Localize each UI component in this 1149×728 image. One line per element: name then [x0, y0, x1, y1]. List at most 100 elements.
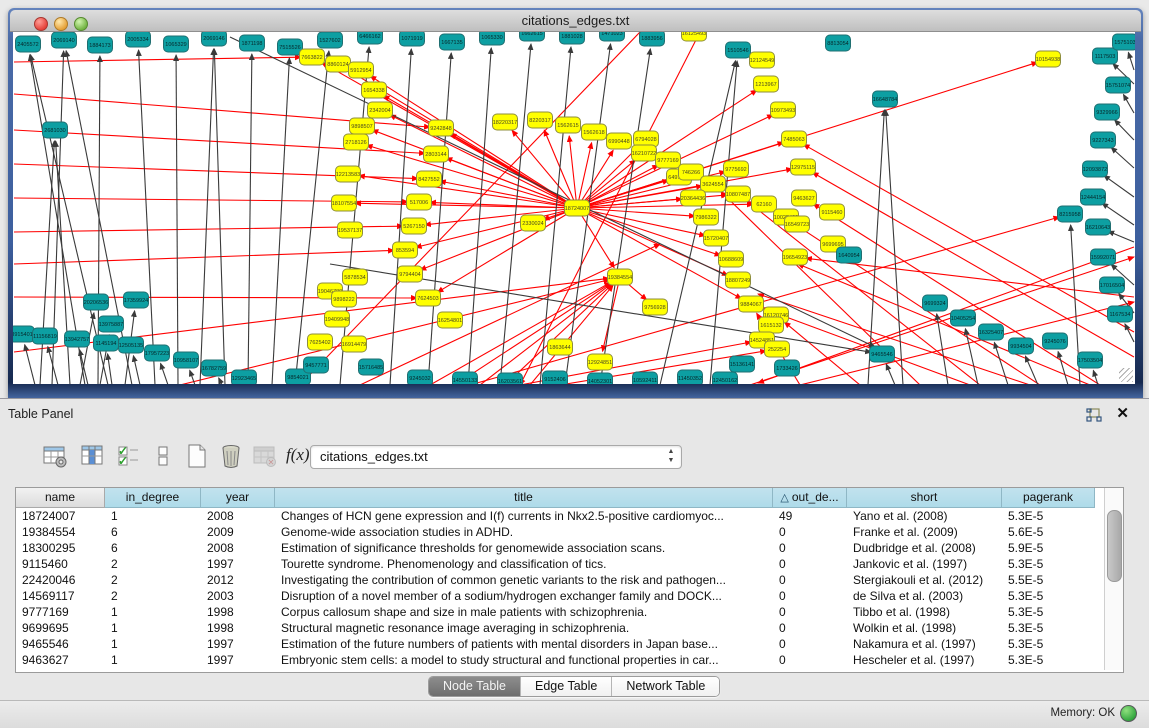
- table-row[interactable]: 1456911722003Disruption of a novel membe…: [16, 588, 1103, 604]
- graph-node[interactable]: 2803144: [424, 146, 449, 162]
- graph-node[interactable]: 9329966: [1095, 104, 1120, 120]
- graph-edge[interactable]: [108, 354, 112, 384]
- graph-edge[interactable]: [161, 363, 168, 384]
- table-cell[interactable]: 1997: [201, 652, 275, 668]
- graph-node[interactable]: 252254: [765, 341, 790, 357]
- graph-node[interactable]: 12505135: [119, 337, 144, 353]
- graph-node[interactable]: 15751074: [1106, 77, 1131, 93]
- close-panel-icon[interactable]: ✕: [1116, 406, 1129, 421]
- table-cell[interactable]: 0: [773, 572, 847, 588]
- table-cell[interactable]: 2008: [201, 508, 275, 524]
- select-columns-icon[interactable]: ✓✓: [116, 443, 142, 469]
- graph-edge[interactable]: [806, 258, 1134, 297]
- table-cell[interactable]: 5.3E-5: [1002, 604, 1095, 620]
- graph-node[interactable]: 16210643: [1086, 219, 1111, 235]
- graph-node[interactable]: 1213967: [754, 76, 779, 92]
- graph-node[interactable]: 7624503: [416, 290, 441, 306]
- graph-edge[interactable]: [468, 48, 491, 384]
- graph-node[interactable]: 16549723: [785, 216, 810, 232]
- graph-edge[interactable]: [886, 110, 903, 384]
- table-cell[interactable]: Structural magnetic resonance image aver…: [275, 620, 773, 636]
- table-cell[interactable]: 1: [105, 604, 201, 620]
- tab-node-table[interactable]: Node Table: [429, 677, 521, 696]
- graph-edge[interactable]: [886, 364, 895, 384]
- table-cell[interactable]: Jankovic et al. (1997): [847, 556, 1002, 572]
- graph-node[interactable]: 7625402: [308, 334, 333, 350]
- table-cell[interactable]: 14569117: [16, 588, 105, 604]
- table-cell[interactable]: 5.3E-5: [1002, 620, 1095, 636]
- table-cell[interactable]: Wolkin et al. (1998): [847, 620, 1002, 636]
- graph-node[interactable]: 20364436: [681, 190, 706, 206]
- graph-node[interactable]: 18107554: [332, 195, 357, 211]
- graph-edge[interactable]: [1123, 95, 1134, 113]
- column-header-short[interactable]: short: [847, 488, 1002, 508]
- graph-node[interactable]: 1510546: [726, 42, 751, 58]
- graph-node[interactable]: 1562615: [556, 117, 581, 133]
- graph-node[interactable]: 6466162: [358, 32, 383, 44]
- table-row[interactable]: 1872400712008Changes of HCN gene express…: [16, 508, 1103, 524]
- graph-node[interactable]: 11156819: [33, 328, 58, 344]
- graph-node[interactable]: 16254801: [438, 312, 463, 328]
- column-header-title[interactable]: title: [275, 488, 773, 508]
- graph-edge[interactable]: [367, 145, 577, 208]
- table-cell[interactable]: 5.3E-5: [1002, 588, 1095, 604]
- graph-node[interactable]: 1471023: [600, 32, 625, 41]
- table-cell[interactable]: 2003: [201, 588, 275, 604]
- table-cell[interactable]: 9463627: [16, 652, 105, 668]
- graph-node[interactable]: 10592411: [633, 372, 658, 384]
- graph-node[interactable]: 17503504: [1078, 352, 1103, 368]
- graph-node[interactable]: 9457771: [304, 357, 329, 373]
- graph-edge[interactable]: [390, 49, 411, 384]
- graph-node[interactable]: 9898507: [350, 118, 375, 134]
- table-cell[interactable]: 5.3E-5: [1002, 556, 1095, 572]
- table-cell[interactable]: 1997: [201, 636, 275, 652]
- graph-node[interactable]: 19409948: [325, 311, 350, 327]
- table-cell[interactable]: 5.3E-5: [1002, 652, 1095, 668]
- table-cell[interactable]: Dudbridge et al. (2008): [847, 540, 1002, 556]
- table-cell[interactable]: 18300295: [16, 540, 105, 556]
- table-cell[interactable]: 19384554: [16, 524, 105, 540]
- column-chooser-icon[interactable]: [80, 443, 106, 469]
- graph-node[interactable]: 3915401: [13, 326, 35, 342]
- table-cell[interactable]: 1: [105, 652, 201, 668]
- table-cell[interactable]: Tourette syndrome. Phenomenology and cla…: [275, 556, 773, 572]
- table-cell[interactable]: Corpus callosum shape and size in male p…: [275, 604, 773, 620]
- table-cell[interactable]: 9699695: [16, 620, 105, 636]
- graph-node[interactable]: 16125493: [682, 32, 707, 41]
- graph-node[interactable]: 12093872: [1083, 161, 1108, 177]
- table-cell[interactable]: 1998: [201, 620, 275, 636]
- tab-edge-table[interactable]: Edge Table: [521, 677, 612, 696]
- row-options-icon[interactable]: [150, 443, 176, 469]
- graph-edge[interactable]: [272, 58, 289, 384]
- graph-node[interactable]: 19384554: [608, 269, 633, 285]
- table-cell[interactable]: 2008: [201, 540, 275, 556]
- table-cell[interactable]: 0: [773, 556, 847, 572]
- graph-node[interactable]: 1065329: [164, 36, 189, 52]
- table-cell[interactable]: Changes of HCN gene expression and I(f) …: [275, 508, 773, 524]
- graph-edge[interactable]: [14, 250, 394, 264]
- graph-node[interactable]: 746266: [679, 164, 704, 180]
- graph-node[interactable]: 2342004: [368, 102, 393, 118]
- graph-node[interactable]: 853594: [393, 242, 418, 258]
- table-cell[interactable]: de Silva et al. (2003): [847, 588, 1002, 604]
- graph-node[interactable]: 10958107: [174, 352, 199, 368]
- graph-node[interactable]: 12213583: [336, 166, 361, 182]
- graph-node[interactable]: 3624554: [701, 176, 726, 192]
- table-row[interactable]: 946554611997Estimation of the future num…: [16, 636, 1103, 652]
- graph-node[interactable]: 1562618: [582, 124, 607, 140]
- table-cell[interactable]: Investigating the contribution of common…: [275, 572, 773, 588]
- graph-node[interactable]: 13942757: [65, 331, 90, 347]
- graph-node[interactable]: 9934504: [1009, 338, 1034, 354]
- graph-node[interactable]: 2718126: [344, 134, 369, 150]
- table-cell[interactable]: 0: [773, 540, 847, 556]
- graph-node[interactable]: 1575103: [1113, 34, 1136, 50]
- graph-node[interactable]: 9242848: [429, 120, 454, 136]
- graph-edge[interactable]: [176, 55, 178, 384]
- table-cell[interactable]: 1: [105, 636, 201, 652]
- table-cell[interactable]: 2009: [201, 524, 275, 540]
- graph-edge[interactable]: [1111, 147, 1134, 168]
- graph-node[interactable]: 17016504: [1100, 277, 1125, 293]
- graph-node[interactable]: 9794404: [398, 266, 423, 282]
- graph-node[interactable]: 15992071: [1091, 249, 1116, 265]
- table-cell[interactable]: 5.9E-5: [1002, 540, 1095, 556]
